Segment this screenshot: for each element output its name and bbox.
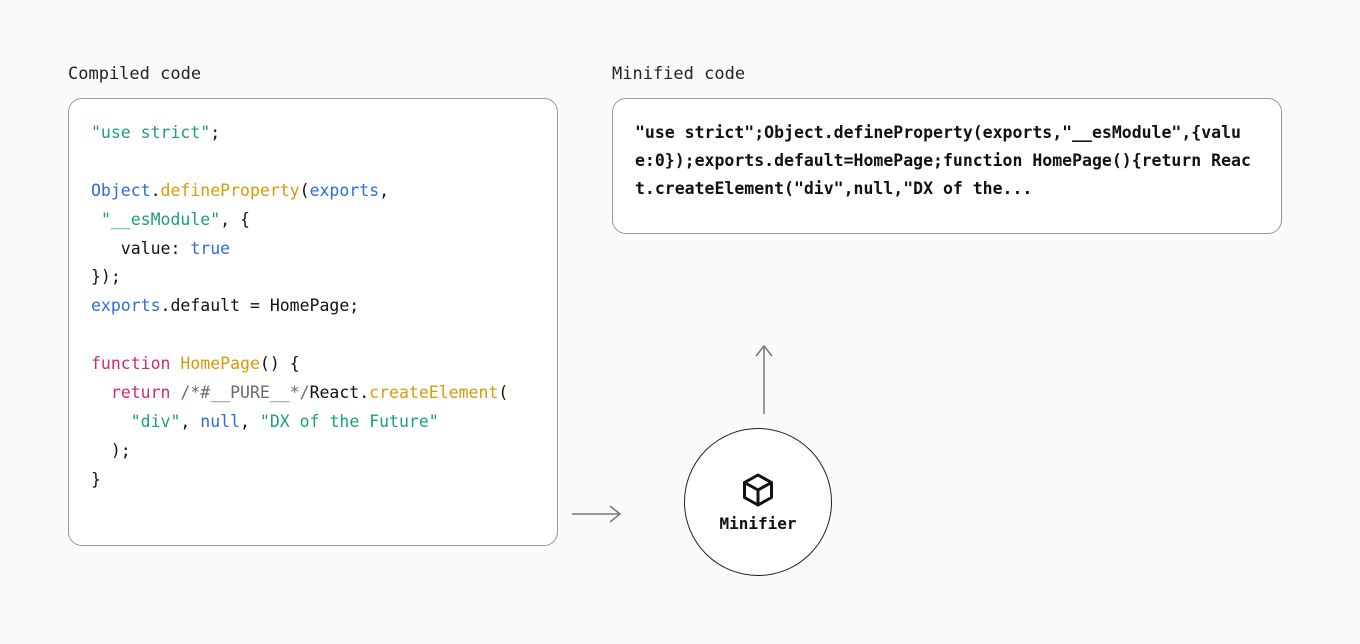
minifier-circle: Minifier (684, 428, 832, 576)
minified-code-label: Minified code (612, 64, 1282, 84)
compiled-code-card: "use strict"; Object.defineProperty(expo… (68, 98, 558, 546)
compiled-code-label: Compiled code (68, 64, 558, 84)
minified-code-content: "use strict";Object.defineProperty(expor… (635, 123, 1251, 198)
arrow-up (752, 340, 776, 420)
minifier-label: Minifier (719, 514, 796, 533)
minified-code-card: "use strict";Object.defineProperty(expor… (612, 98, 1282, 234)
compiled-code-column: Compiled code "use strict"; Object.defin… (68, 64, 558, 580)
compiled-code-content: "use strict"; Object.defineProperty(expo… (91, 123, 508, 489)
arrow-up-icon (752, 340, 776, 416)
cube-icon (740, 472, 776, 508)
arrow-right (570, 502, 626, 530)
minifier-node: Minifier (684, 428, 832, 576)
minified-code-column: Minified code "use strict";Object.define… (612, 64, 1282, 580)
arrow-right-icon (570, 502, 626, 526)
